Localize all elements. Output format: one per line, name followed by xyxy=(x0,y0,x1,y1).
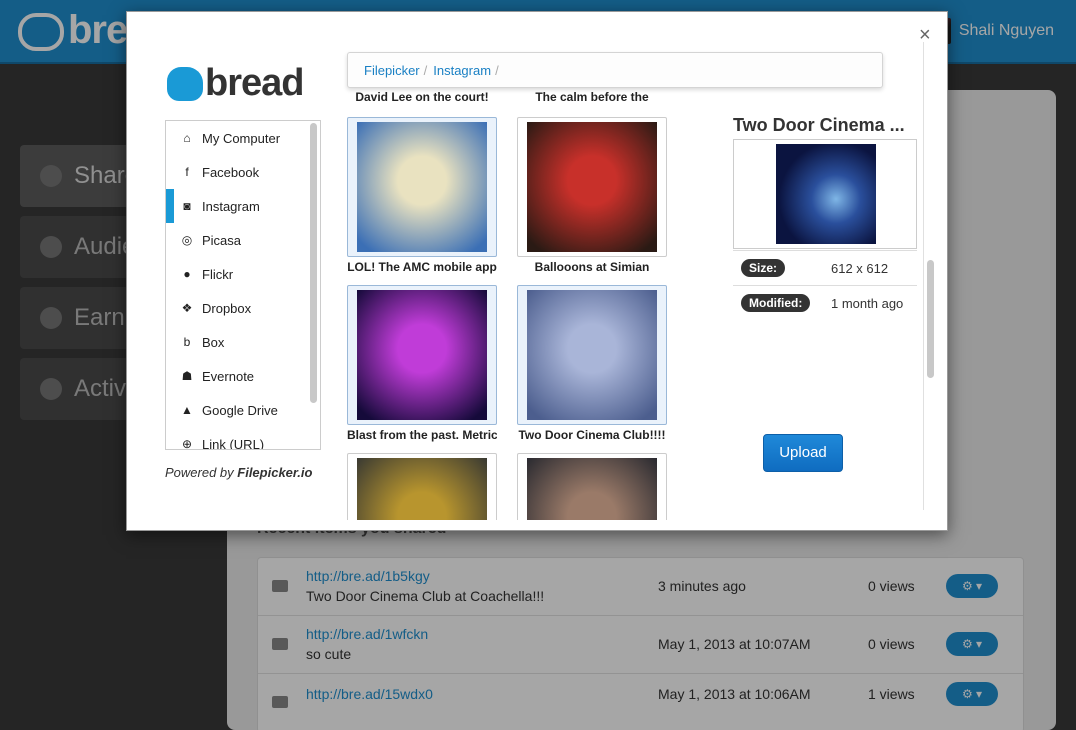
source-label: Link (URL) xyxy=(202,436,265,450)
photo-image xyxy=(357,290,487,420)
box-icon: b xyxy=(183,335,191,349)
evernote-icon: ☗ xyxy=(181,369,193,383)
source-my-computer[interactable]: ⌂ My Computer xyxy=(166,121,320,155)
filepicker-modal: × bread Filepicker / Instagram / ⌂ My Comput… xyxy=(126,11,948,531)
source-label: Facebook xyxy=(202,164,260,180)
photo-grid: David Lee on the court! The calm before … xyxy=(347,90,687,520)
breadcrumb: Filepicker / Instagram / xyxy=(347,52,883,88)
source-label: Google Drive xyxy=(202,402,278,418)
source-label: Flickr xyxy=(202,266,234,282)
photo-item[interactable] xyxy=(347,453,497,520)
photo-image xyxy=(527,122,657,252)
source-label: Evernote xyxy=(202,368,255,384)
source-label: Dropbox xyxy=(202,300,252,316)
photo-item[interactable]: LOL! The AMC mobile app xyxy=(347,117,497,274)
photo-image xyxy=(527,290,657,420)
photo-image xyxy=(357,122,487,252)
photo-thumbnail[interactable] xyxy=(347,285,497,425)
photo-caption: Ballooons at Simian xyxy=(534,260,650,274)
photo-caption: David Lee on the court! xyxy=(355,90,489,104)
flickr-icon: ● xyxy=(183,267,191,281)
source-label: Box xyxy=(202,334,225,350)
source-google-drive[interactable]: ▲ Google Drive xyxy=(166,393,320,427)
source-label: Picasa xyxy=(202,232,242,248)
source-picasa[interactable]: ◎ Picasa xyxy=(166,223,320,257)
size-badge: Size: xyxy=(741,259,786,277)
breadcrumb-separator: / xyxy=(495,63,499,78)
instagram-icon: ◙ xyxy=(183,199,191,213)
source-dropbox[interactable]: ❖ Dropbox xyxy=(166,291,320,325)
photo-caption: The calm before the xyxy=(535,90,649,104)
source-instagram[interactable]: ◙ Instagram xyxy=(166,189,320,223)
photo-thumbnail[interactable] xyxy=(517,285,667,425)
modal-scrollbar xyxy=(923,42,937,510)
filepicker-logo: bread xyxy=(167,62,304,105)
photo-item[interactable]: Blast from the past. Metric xyxy=(347,285,497,442)
breadcrumb-filepicker[interactable]: Filepicker xyxy=(364,63,420,78)
picasa-icon: ◎ xyxy=(181,233,193,247)
source-list: ⌂ My Computer f Facebook ◙ Instagram ◎ Picasa ● F… xyxy=(165,120,321,450)
facebook-icon: f xyxy=(185,165,189,179)
photo-thumbnail[interactable] xyxy=(517,453,667,520)
source-link-url[interactable]: ⊕ Link (URL) xyxy=(166,427,320,450)
preview-title: Two Door Cinema ... xyxy=(733,115,905,135)
photo-thumbnail[interactable] xyxy=(347,117,497,257)
source-flickr[interactable]: ● Flickr xyxy=(166,257,320,291)
google-drive-icon: ▲ xyxy=(181,403,193,417)
size-value: 612 x 612 xyxy=(831,261,889,276)
breadcrumb-separator: / xyxy=(423,63,428,78)
logo-text: bread xyxy=(205,62,304,104)
cloud-logo-icon xyxy=(167,66,203,101)
photo-caption: Blast from the past. Metric xyxy=(347,428,497,442)
preview-image xyxy=(776,144,876,244)
size-row: Size: 612 x 612 xyxy=(733,250,917,284)
photo-image xyxy=(527,458,657,520)
photo-item[interactable]: Ballooons at Simian xyxy=(517,117,667,274)
upload-button[interactable]: Upload xyxy=(763,434,843,472)
photo-caption: Two Door Cinema Club!!!! xyxy=(518,428,666,442)
source-facebook[interactable]: f Facebook xyxy=(166,155,320,189)
photo-thumbnail[interactable] xyxy=(517,117,667,257)
photo-thumbnail[interactable] xyxy=(347,453,497,520)
modified-badge: Modified: xyxy=(741,294,811,312)
powered-by: Powered by Filepicker.io xyxy=(165,465,313,480)
filepicker-brand[interactable]: Filepicker.io xyxy=(237,465,312,480)
source-label: Instagram xyxy=(202,198,260,214)
modified-value: 1 month ago xyxy=(831,296,904,311)
link-icon: ⊕ xyxy=(181,437,193,450)
photo-image xyxy=(357,458,487,520)
source-list-scrollbar[interactable] xyxy=(310,123,317,403)
photo-caption: LOL! The AMC mobile app xyxy=(347,260,497,274)
source-box[interactable]: b Box xyxy=(166,325,320,359)
modified-row: Modified: 1 month ago xyxy=(733,285,917,319)
preview-thumbnail xyxy=(733,139,917,249)
photo-item[interactable] xyxy=(517,453,667,520)
photo-item[interactable]: Two Door Cinema Club!!!! xyxy=(517,285,667,442)
source-label: My Computer xyxy=(202,130,281,146)
home-icon: ⌂ xyxy=(183,131,191,145)
dropbox-icon: ❖ xyxy=(181,301,193,315)
scrollbar-thumb[interactable] xyxy=(927,260,934,378)
source-evernote[interactable]: ☗ Evernote xyxy=(166,359,320,393)
breadcrumb-instagram[interactable]: Instagram xyxy=(433,63,491,78)
